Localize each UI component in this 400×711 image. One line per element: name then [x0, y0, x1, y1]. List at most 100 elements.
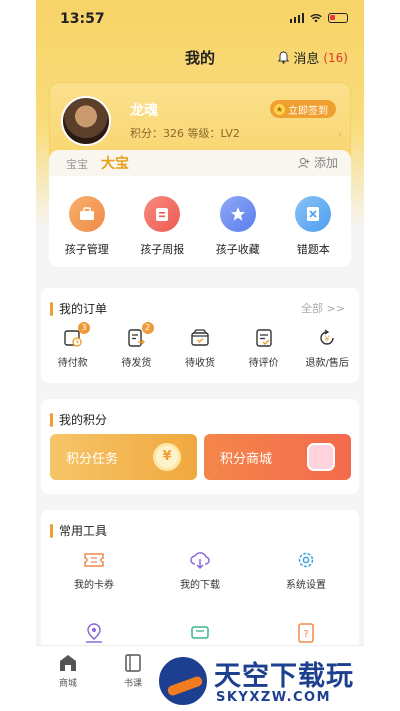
kid-menu-label: 孩子收藏 [215, 243, 260, 256]
tools-title: 常用工具 [59, 524, 108, 538]
phone-screen: 13:57 我的 消息 (16) 龙魂 积分：326 等级：LV2 ★ 立即签到… [36, 0, 364, 711]
orders-header: 我的订单 [50, 300, 107, 317]
orders-card: 我的订单 全部 >> 3 待付款 2 待发货 待收货 待评价 ¥ 退款/售后 [41, 288, 359, 383]
points-task-label: 积分任务 [66, 452, 119, 467]
tab-shop[interactable]: 商城 [48, 654, 88, 689]
signin-label: 立即签到 [288, 105, 328, 117]
status-bar: 13:57 [36, 0, 364, 38]
tool-settings[interactable]: 系统设置 [253, 550, 359, 591]
points-header: 我的积分 [50, 411, 107, 428]
refund-icon: ¥ [320, 329, 334, 345]
coupon-icon [84, 553, 104, 567]
review-icon [255, 329, 272, 347]
tools-row-2: ? [41, 622, 359, 644]
watermark-cn-text: 天空下载玩 [214, 661, 354, 692]
gear-icon [298, 552, 314, 568]
user-name: 龙魂 [130, 103, 158, 119]
add-kid-button[interactable]: 添加 [298, 154, 338, 171]
tool-label: 系统设置 [286, 580, 326, 591]
nav-bar: 我的 消息 (16) [36, 40, 364, 72]
messages-label: 消息 [293, 52, 320, 67]
kid-menu-item-mistakes[interactable]: 错题本 [276, 196, 352, 257]
shop-icon [60, 655, 76, 671]
order-pending-payment[interactable]: 3 待付款 [41, 322, 105, 369]
points-shop-button[interactable]: 积分商城 [204, 434, 351, 480]
order-pending-review[interactable]: 待评价 [232, 328, 296, 369]
briefcase-icon [68, 196, 105, 232]
report-icon [144, 196, 181, 232]
kid-menu-label: 孩子周报 [140, 243, 185, 256]
order-label: 待收货 [184, 358, 215, 369]
section-bar [50, 523, 53, 538]
shopping-bag-icon [307, 443, 335, 471]
tool-downloads[interactable]: 我的下载 [147, 550, 253, 591]
messages-button[interactable]: 消息 (16) [278, 48, 348, 67]
battery-icon [328, 13, 348, 23]
order-refund[interactable]: ¥ 退款/售后 [295, 328, 359, 369]
coin-icon: ¥ [153, 443, 181, 471]
tab-books[interactable]: 书课 [113, 654, 153, 689]
signin-button[interactable]: ★ 立即签到 [270, 100, 336, 118]
points-card: 我的积分 积分任务 ¥ 积分商城 [41, 399, 359, 494]
tool-coupons[interactable]: 我的卡券 [41, 550, 147, 591]
kid-menu-label: 孩子管理 [64, 243, 109, 256]
tools-header: 常用工具 [50, 522, 107, 539]
points-shop-label: 积分商城 [220, 452, 273, 467]
tool-label: 我的下载 [180, 580, 220, 591]
orders-title: 我的订单 [59, 302, 108, 316]
tools-card: 常用工具 我的卡券 我的下载 系统设置 ? [41, 510, 359, 660]
tool-message[interactable] [147, 622, 253, 644]
star-icon [219, 196, 256, 232]
tab-label: 书课 [123, 679, 142, 689]
status-time: 13:57 [60, 11, 105, 27]
svg-text:?: ? [303, 629, 308, 640]
section-bar [50, 412, 53, 427]
order-label: 退款/售后 [305, 358, 349, 369]
kid-menu: 孩子管理 孩子周报 孩子收藏 错题本 [49, 196, 351, 257]
kid-menu-label: 错题本 [296, 243, 330, 256]
tool-help[interactable]: ? [253, 622, 359, 644]
tools-row: 我的卡券 我的下载 系统设置 [41, 550, 359, 591]
tool-location[interactable] [41, 622, 147, 644]
help-icon: ? [298, 623, 314, 643]
messages-count: (16) [323, 50, 348, 65]
order-badge: 3 [78, 322, 90, 334]
site-watermark: 天空下载玩 SKYXZW.COM [150, 648, 400, 708]
kid-tab-dabao[interactable]: 大宝 [101, 153, 129, 173]
signal-icon [289, 13, 304, 23]
tool-label: 我的卡券 [74, 580, 114, 591]
kid-tabs: 宝宝 大宝 添加 [49, 150, 351, 176]
order-badge: 2 [141, 322, 154, 334]
order-label: 待评价 [248, 358, 279, 369]
points-title: 我的积分 [59, 413, 108, 427]
coin-icon: ★ [274, 103, 285, 115]
avatar[interactable] [61, 96, 111, 146]
add-kid-label: 添加 [313, 156, 338, 170]
kids-card: 宝宝 大宝 添加 孩子管理 孩子周报 孩子收藏 错题本 [49, 150, 351, 267]
user-points-level: 积分：326 等级：LV2 [130, 127, 240, 140]
book-icon [125, 654, 141, 672]
order-pending-shipment[interactable]: 2 待发货 [105, 322, 169, 369]
tab-label: 商城 [58, 679, 77, 689]
chevron-right-icon[interactable]: › [337, 127, 342, 141]
section-bar [50, 301, 53, 316]
kid-tab-baobao[interactable]: 宝宝 [66, 156, 88, 172]
order-label: 待发货 [121, 358, 152, 369]
wifi-icon [310, 14, 322, 23]
cloud-download-icon [190, 552, 210, 570]
box-check-icon [191, 329, 209, 346]
orders-row: 3 待付款 2 待发货 待收货 待评价 ¥ 退款/售后 [41, 322, 359, 369]
watermark-en-text: SKYXZW.COM [216, 690, 332, 705]
chat-icon [191, 626, 209, 639]
order-pending-receipt[interactable]: 待收货 [168, 328, 232, 369]
orders-all-link[interactable]: 全部 >> [301, 300, 345, 316]
bell-icon [278, 51, 290, 64]
location-icon [86, 623, 102, 643]
kid-menu-item-favorites[interactable]: 孩子收藏 [200, 196, 276, 257]
points-task-button[interactable]: 积分任务 ¥ [50, 434, 197, 480]
add-user-icon [298, 157, 310, 168]
svg-text:¥: ¥ [325, 335, 330, 344]
status-icons [289, 13, 348, 23]
kid-menu-item-manage[interactable]: 孩子管理 [49, 196, 125, 257]
kid-menu-item-weekly[interactable]: 孩子周报 [125, 196, 201, 257]
